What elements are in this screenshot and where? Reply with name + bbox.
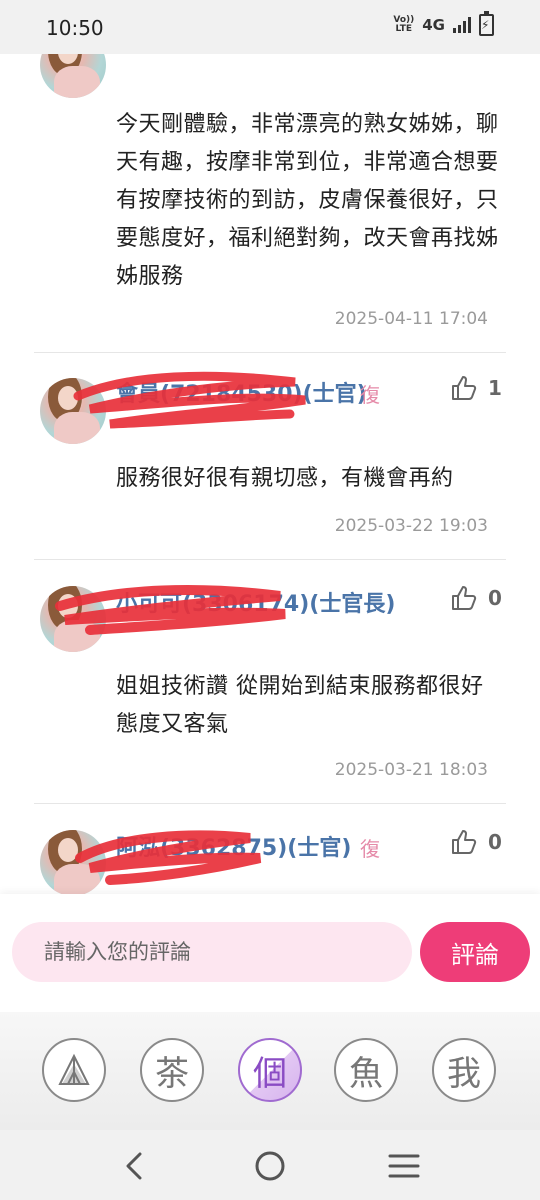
comment-bar: 評論 — [0, 894, 540, 1012]
comment-feed[interactable]: 今天剛體驗，非常漂亮的熟女姊姊，聊天有趣，按摩非常到位，非常適合想要有按摩技術的… — [0, 54, 540, 894]
nav-me[interactable]: 我 — [432, 1038, 496, 1102]
volte-icon: Vo)) LTE — [393, 15, 415, 34]
like-button[interactable]: 1 — [450, 374, 502, 402]
nav-tea[interactable]: 茶 — [140, 1038, 204, 1102]
personal-icon: 個 — [253, 1053, 287, 1094]
tea-icon: 茶 — [155, 1053, 189, 1094]
fish-icon: 魚 — [349, 1053, 383, 1094]
system-nav-bar — [0, 1130, 540, 1200]
like-count: 1 — [488, 376, 502, 400]
menu-icon — [388, 1154, 420, 1178]
submit-comment-button[interactable]: 評論 — [420, 922, 530, 982]
network-type: 4G — [422, 16, 445, 34]
comment-time: 2025-04-11 17:04 — [334, 309, 488, 329]
reply-link[interactable]: 復 — [360, 833, 380, 862]
bottom-nav: 茶 個 魚 我 — [0, 1012, 540, 1130]
back-button[interactable] — [114, 1146, 154, 1186]
thumbs-up-icon — [452, 376, 477, 400]
divider — [34, 803, 506, 804]
me-icon: 我 — [447, 1053, 481, 1094]
home-circle-icon — [255, 1151, 285, 1181]
comment-time: 2025-03-22 19:03 — [334, 516, 488, 536]
comment-text: 服務很好很有親切感，有機會再約 — [116, 466, 454, 491]
avatar[interactable] — [40, 586, 106, 652]
chevron-left-icon — [126, 1152, 142, 1180]
like-button[interactable]: 0 — [450, 584, 502, 612]
commenter-name[interactable]: 小可可(3306174)(士官長) — [116, 586, 395, 618]
recents-button[interactable] — [384, 1146, 424, 1186]
status-time: 10:50 — [46, 16, 104, 40]
comment-text: 姐姐技術讚 從開始到結束服務都很好 態度又客氣 — [116, 674, 484, 737]
comment-text: 今天剛體驗，非常漂亮的熟女姊姊，聊天有趣，按摩非常到位，非常適合想要有按摩技術的… — [116, 112, 499, 289]
home-button[interactable] — [250, 1146, 290, 1186]
avatar[interactable] — [40, 54, 106, 98]
nav-personal[interactable]: 個 — [238, 1038, 302, 1102]
signal-icon — [453, 17, 471, 33]
commenter-name[interactable]: 阿泓(3362875)(士官) — [116, 830, 351, 862]
divider — [34, 559, 506, 560]
avatar[interactable] — [40, 378, 106, 444]
like-button[interactable]: 0 — [450, 828, 502, 856]
nav-fish[interactable]: 魚 — [334, 1038, 398, 1102]
divider — [34, 352, 506, 353]
reply-link[interactable]: 復 — [360, 379, 380, 408]
status-bar: 10:50 Vo)) LTE 4G — [0, 0, 540, 54]
like-count: 0 — [488, 830, 502, 854]
avatar[interactable] — [40, 830, 106, 894]
battery-charging-icon — [479, 11, 494, 36]
status-icons: Vo)) LTE 4G — [393, 11, 494, 36]
thumbs-up-icon — [452, 830, 477, 854]
like-count: 0 — [488, 586, 502, 610]
commenter-name[interactable]: 會員(72184530)(士官) — [116, 376, 367, 408]
comment-input[interactable] — [12, 922, 412, 982]
nav-tent-icon[interactable] — [42, 1038, 106, 1102]
thumbs-up-icon — [452, 586, 477, 610]
tent-icon — [58, 1053, 90, 1085]
comment-time: 2025-03-21 18:03 — [334, 760, 488, 780]
